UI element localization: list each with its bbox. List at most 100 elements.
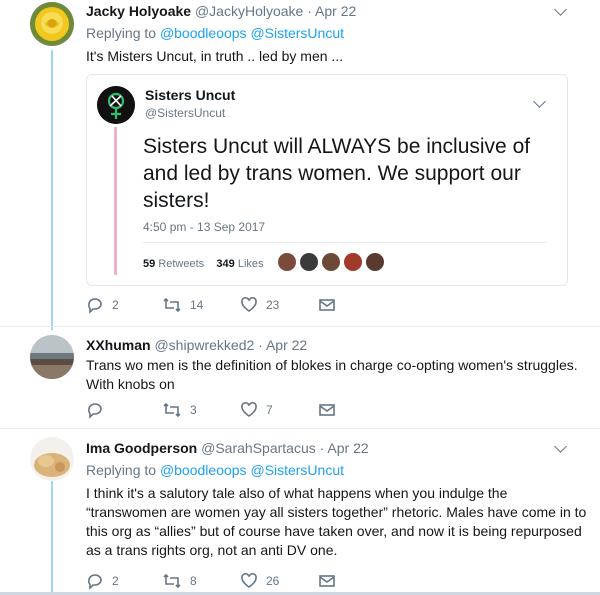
liker-avatar[interactable] [278,253,296,271]
divider [143,242,547,243]
retweet-count: 3 [190,403,197,417]
quoted-text-line: and led by trans women. We support our [143,162,521,185]
heart-icon [241,572,257,588]
beach-photo-icon [30,335,74,379]
tweet-text-line: as a trans rights org, not an anti DV on… [86,542,338,558]
like-count: 23 [266,298,280,312]
tweet-header: Jacky Holyoake @JackyHolyoake · Apr 22 [86,3,356,19]
tweet-text: I think it's a salutory tale also of wha… [86,484,586,560]
handle[interactable]: @SarahSpartacus [201,440,316,456]
avatar[interactable] [30,437,74,481]
chevron-down-icon[interactable] [554,3,567,16]
liker-avatar[interactable] [366,253,384,271]
retweet-count: 14 [190,298,204,312]
reply-count: 2 [112,574,119,588]
tweet-text-line: With knobs on [86,376,175,392]
handle[interactable]: @shipwrekked2 [154,337,254,353]
tweet-text: It's Misters Uncut, in truth .. led by m… [86,48,344,64]
tweet-date[interactable]: Apr 22 [266,337,307,353]
tweet-actions: 2 14 23 [86,296,546,318]
display-name[interactable]: Jacky Holyoake [86,3,191,19]
reply-button[interactable] [86,401,112,419]
message-button[interactable] [318,572,336,590]
handle[interactable]: @JackyHolyoake [195,3,303,19]
yellow-rose-icon [30,2,74,46]
tweet-actions: 3 7 [86,401,546,423]
reply-count: 2 [112,298,119,312]
liker-avatars [278,253,384,271]
quoted-stats: 59 Retweets 349 Likes [143,258,264,270]
quoted-text: Sisters Uncut will ALWAYS be inclusive o… [143,133,530,214]
tweet-date[interactable]: Apr 22 [327,440,368,456]
tweet-text: Trans wo men is the definition of blokes… [86,356,578,394]
quoted-text-line: sisters! [143,189,210,212]
avatar[interactable] [30,2,74,46]
like-button[interactable]: 23 [240,296,279,314]
tweet-actions: 2 8 26 [86,572,546,594]
quoted-timestamp[interactable]: 4:50 pm - 13 Sep 2017 [143,220,265,234]
avatar[interactable] [30,335,74,379]
like-button[interactable]: 26 [240,572,279,590]
replying-to: Replying to @boodleoops @SistersUncut [86,25,344,41]
replying-prefix: Replying to [86,25,157,41]
display-name[interactable]: XXhuman [86,337,151,353]
separator: · [307,3,312,19]
quoted-display-name[interactable]: Sisters Uncut [145,87,235,103]
retweet-icon [163,573,181,589]
tweet-header: XXhuman @shipwrekked2 · Apr 22 [86,337,307,353]
like-count: 26 [266,574,280,588]
cat-photo-icon [30,437,74,481]
avatar[interactable] [97,86,135,124]
tweet-text-line: Trans wo men is the definition of blokes… [86,357,578,373]
thread-connector [114,127,117,275]
tweet-jacky: Jacky Holyoake @JackyHolyoake · Apr 22 R… [0,0,600,330]
envelope-icon [319,299,335,311]
quoted-tweet[interactable]: Sisters Uncut @SistersUncut Sisters Uncu… [86,74,568,286]
retweet-button[interactable]: 14 [162,296,203,314]
retweet-button[interactable]: 8 [162,572,197,590]
quoted-handle[interactable]: @SistersUncut [145,106,225,120]
tweet-header: Ima Goodperson @SarahSpartacus · Apr 22 [86,440,369,456]
like-count: 7 [266,403,273,417]
retweet-icon [163,297,181,313]
like-label[interactable]: Likes [238,258,264,270]
retweet-count[interactable]: 59 [143,258,155,270]
reply-button[interactable]: 2 [86,572,119,590]
tweet-xxhuman: XXhuman @shipwrekked2 · Apr 22 Trans wo … [0,327,600,427]
tweet-text-line: “transwomen are women yay all sisters to… [86,504,587,520]
envelope-icon [319,404,335,416]
envelope-icon [319,575,335,587]
tweet-ima: Ima Goodperson @SarahSpartacus · Apr 22 … [0,429,600,595]
liker-avatar[interactable] [322,253,340,271]
display-name[interactable]: Ima Goodperson [86,440,197,456]
separator: · [258,337,263,353]
tweet-date[interactable]: Apr 22 [315,3,356,19]
sisters-uncut-logo-icon [97,86,135,124]
liker-avatar[interactable] [300,253,318,271]
chevron-down-icon[interactable] [533,95,546,108]
retweet-label[interactable]: Retweets [158,258,204,270]
reply-icon [88,574,102,590]
reply-mentions[interactable]: @boodleoops @SistersUncut [160,462,344,478]
thread-line [51,481,53,595]
retweet-icon [163,402,181,418]
quoted-text-line: Sisters Uncut will ALWAYS be inclusive o… [143,135,531,158]
separator: · [319,440,325,456]
reply-icon [88,298,102,314]
tweet-text-line: this org as “allies” but of course have … [86,523,582,539]
reply-button[interactable]: 2 [86,296,119,314]
retweet-button[interactable]: 3 [162,401,197,419]
tweet-text-line: I think it's a salutory tale also of wha… [86,485,508,501]
liker-avatar[interactable] [344,253,362,271]
thread-line [51,50,53,330]
like-button[interactable]: 7 [240,401,273,419]
replying-prefix: Replying to [86,462,157,478]
retweet-count: 8 [190,574,197,588]
reply-icon [88,403,102,419]
replying-to: Replying to @boodleoops @SistersUncut [86,462,344,478]
chevron-down-icon[interactable] [554,440,567,453]
like-count[interactable]: 349 [216,258,234,270]
message-button[interactable] [318,401,336,419]
message-button[interactable] [318,296,336,314]
reply-mentions[interactable]: @boodleoops @SistersUncut [160,25,344,41]
